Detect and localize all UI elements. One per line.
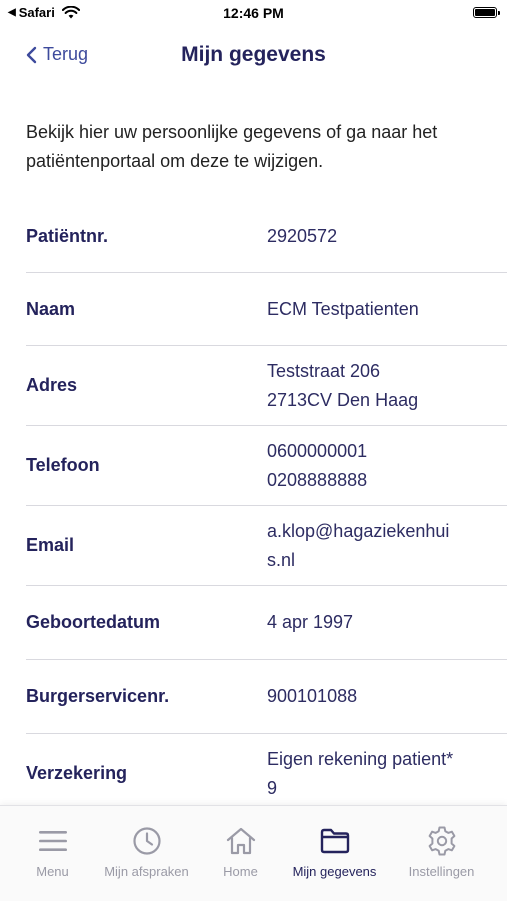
value-line: 4 apr 1997: [267, 612, 354, 632]
navigation-bar: Terug Mijn gegevens: [0, 28, 507, 84]
patient-number-row: Patiëntnr. 2920572: [26, 200, 507, 273]
clock-icon: [130, 824, 164, 858]
field-value: 4 apr 1997: [267, 608, 507, 637]
value-line: a.klop@hagaziekenhui: [267, 520, 450, 541]
folder-icon: [318, 824, 352, 858]
field-label: Email: [26, 535, 75, 555]
bsn-row: Burgerservicenr. 900101088: [26, 660, 507, 734]
value-line: s.nl: [267, 549, 296, 570]
field-value: ECM Testpatienten: [267, 295, 507, 324]
tab-bar: Menu Mijn afspraken Home Mijn gegevens I…: [0, 805, 507, 901]
value-line: 0600000001: [267, 440, 368, 461]
field-value: 2920572: [267, 222, 507, 251]
intro-text: Bekijk hier uw persoonlijke gegevens of …: [26, 122, 438, 171]
tab-instellingen[interactable]: Instellingen: [391, 806, 492, 901]
battery-icon: [473, 7, 500, 18]
hamburger-icon: [36, 824, 70, 858]
value-line: ECM Testpatienten: [267, 298, 419, 319]
insurance-row: Verzekering Eigen rekening patient* 9: [26, 734, 507, 813]
address-row: Adres Teststraat 206 2713CV Den Haag: [26, 346, 507, 426]
tab-label: Mijn afspraken: [104, 864, 189, 879]
field-value: 900101088: [267, 682, 507, 711]
phone-row: Telefoon 0600000001 0208888888: [26, 426, 507, 506]
tab-mijn-gegevens[interactable]: Mijn gegevens: [284, 806, 385, 901]
clock-time: 12:46 PM: [223, 5, 284, 21]
tab-label: Mijn gegevens: [292, 864, 377, 879]
email-row: Email a.klop@hagaziekenhui s.nl: [26, 506, 507, 586]
tab-menu[interactable]: Menu: [2, 806, 103, 901]
tab-mijn-afspraken[interactable]: Mijn afspraken: [96, 806, 197, 901]
field-value: Eigen rekening patient* 9: [267, 745, 507, 803]
field-label: Patiëntnr.: [26, 225, 109, 246]
gear-icon: [425, 824, 459, 858]
tab-home[interactable]: Home: [190, 806, 291, 901]
field-label: Verzekering: [26, 763, 128, 783]
value-line: 2713CV Den Haag: [267, 389, 419, 410]
value-line: 900101088: [267, 686, 358, 706]
value-line: 9: [267, 777, 278, 798]
name-row: Naam ECM Testpatienten: [26, 273, 507, 346]
field-value: a.klop@hagaziekenhui s.nl: [267, 517, 507, 575]
tab-label: Home: [223, 864, 258, 879]
status-bar: ◀ Safari 12:46 PM: [0, 0, 507, 28]
tab-label: Menu: [36, 864, 69, 879]
birthdate-row: Geboortedatum 4 apr 1997: [26, 586, 507, 660]
value-line: 2920572: [267, 225, 338, 246]
field-label: Naam: [26, 298, 76, 319]
value-line: 0208888888: [267, 469, 368, 490]
value-line: Eigen rekening patient*: [267, 748, 454, 769]
field-label: Telefoon: [26, 455, 100, 475]
field-label: Geboortedatum: [26, 612, 161, 632]
field-label: Burgerservicenr.: [26, 686, 170, 706]
home-icon: [224, 824, 258, 858]
field-value: 0600000001 0208888888: [267, 437, 507, 495]
personal-info-list: Patiëntnr. 2920572 Naam ECM Testpatiente…: [26, 200, 507, 813]
field-label: Adres: [26, 375, 78, 395]
page-title: Mijn gegevens: [181, 43, 326, 66]
tab-label: Instellingen: [408, 864, 475, 879]
value-line: Teststraat 206: [267, 360, 381, 381]
field-value: Teststraat 206 2713CV Den Haag: [267, 357, 507, 415]
